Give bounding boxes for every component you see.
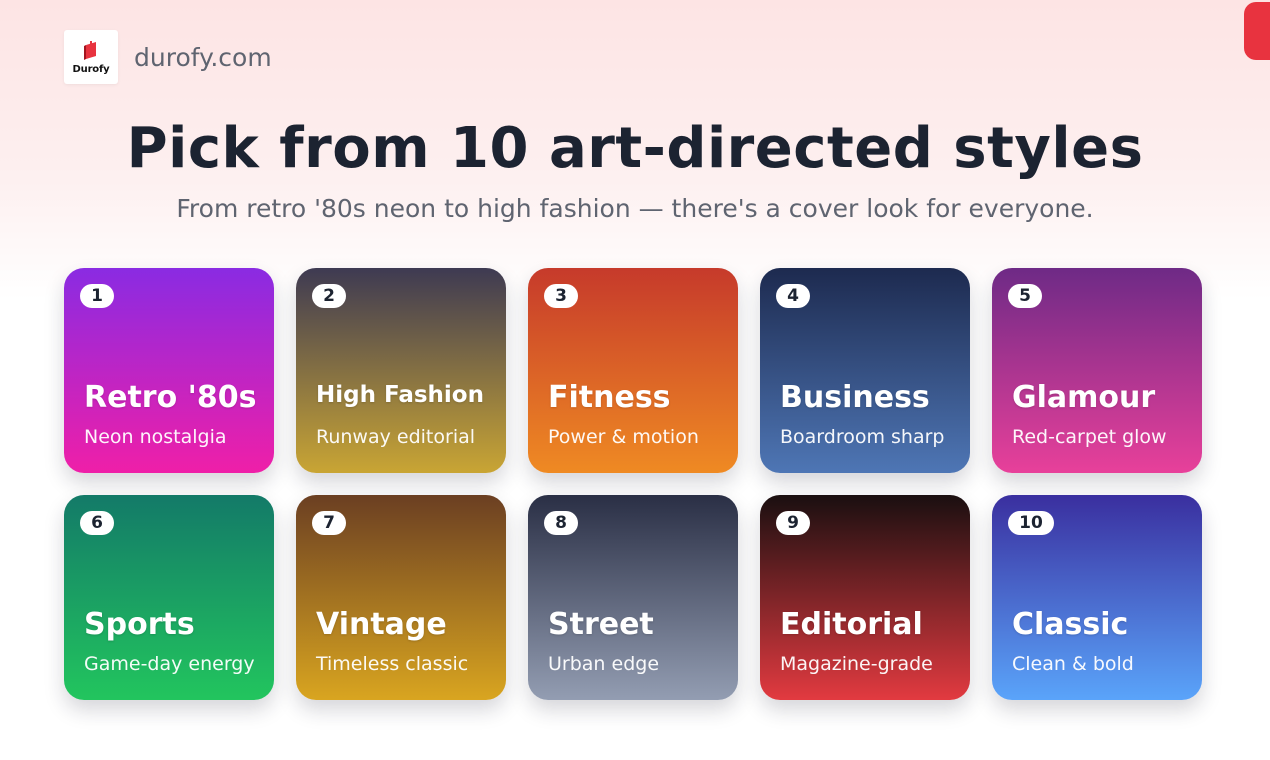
style-name: Vintage (316, 607, 447, 642)
style-card-classic[interactable]: 10 Classic Clean & bold (992, 495, 1202, 700)
style-number-badge: 3 (544, 284, 578, 308)
brand-header: Durofy durofy.com (64, 30, 272, 84)
style-card-retro-80s[interactable]: 1 Retro '80s Neon nostalgia (64, 268, 274, 473)
style-card-street[interactable]: 8 Street Urban edge (528, 495, 738, 700)
style-tagline: Urban edge (548, 653, 660, 675)
style-card-business[interactable]: 4 Business Boardroom sharp (760, 268, 970, 473)
style-grid: 1 Retro '80s Neon nostalgia 2 High Fashi… (64, 268, 1202, 700)
page-subtitle: From retro '80s neon to high fashion — t… (176, 194, 1094, 223)
corner-pill-decoration (1244, 2, 1270, 60)
style-number-badge: 10 (1008, 511, 1054, 535)
style-card-editorial[interactable]: 9 Editorial Magazine-grade (760, 495, 970, 700)
style-name: Retro '80s (84, 380, 257, 415)
style-tagline: Boardroom sharp (780, 426, 945, 448)
style-tagline: Timeless classic (316, 653, 469, 675)
style-tagline: Clean & bold (1012, 653, 1134, 675)
style-number-badge: 5 (1008, 284, 1042, 308)
style-card-high-fashion[interactable]: 2 High Fashion Runway editorial (296, 268, 506, 473)
style-card-fitness[interactable]: 3 Fitness Power & motion (528, 268, 738, 473)
style-number-badge: 2 (312, 284, 346, 308)
style-number-badge: 4 (776, 284, 810, 308)
style-number-badge: 1 (80, 284, 114, 308)
style-card-vintage[interactable]: 7 Vintage Timeless classic (296, 495, 506, 700)
book-logo-icon (84, 40, 96, 60)
style-name: Fitness (548, 380, 671, 415)
style-name: Sports (84, 607, 195, 642)
durofy-logo[interactable]: Durofy (64, 30, 118, 84)
style-tagline: Runway editorial (316, 426, 476, 448)
site-url[interactable]: durofy.com (134, 43, 272, 72)
style-tagline: Game-day energy (84, 653, 255, 675)
page-title: Pick from 10 art-directed styles (126, 116, 1144, 181)
style-tagline: Power & motion (548, 426, 699, 448)
logo-wordmark: Durofy (72, 63, 110, 75)
style-tagline: Red-carpet glow (1012, 426, 1167, 448)
style-name: Editorial (780, 607, 923, 642)
style-name: Glamour (1012, 380, 1156, 415)
style-name: Street (548, 607, 654, 642)
style-card-glamour[interactable]: 5 Glamour Red-carpet glow (992, 268, 1202, 473)
style-card-sports[interactable]: 6 Sports Game-day energy (64, 495, 274, 700)
style-number-badge: 9 (776, 511, 810, 535)
style-name: Business (780, 380, 930, 415)
style-tagline: Neon nostalgia (84, 426, 227, 448)
style-number-badge: 6 (80, 511, 114, 535)
style-number-badge: 7 (312, 511, 346, 535)
style-name: High Fashion (316, 382, 484, 408)
style-number-badge: 8 (544, 511, 578, 535)
style-name: Classic (1012, 607, 1129, 642)
style-tagline: Magazine-grade (780, 653, 933, 675)
